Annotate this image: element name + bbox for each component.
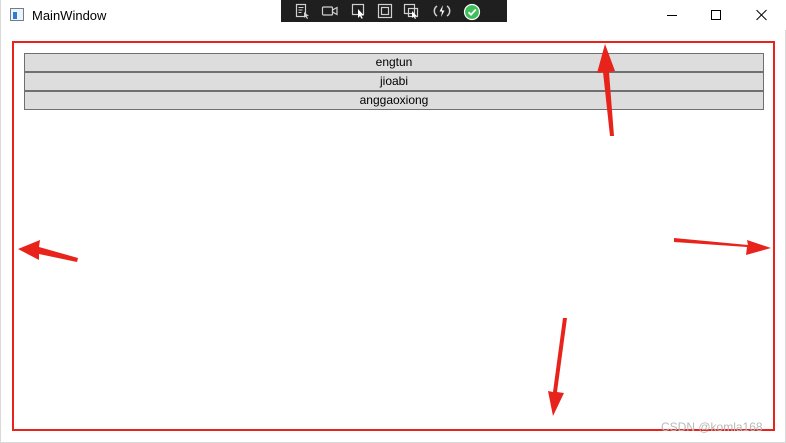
- list-item[interactable]: anggaoxiong: [24, 91, 764, 110]
- live-visual-tree-icon[interactable]: [295, 3, 311, 19]
- maximize-icon: [711, 10, 721, 20]
- select-element-camera-icon[interactable]: [321, 3, 338, 19]
- track-focused-element-icon[interactable]: [403, 3, 419, 19]
- maximize-button[interactable]: [693, 0, 739, 30]
- display-layout-adorners-icon[interactable]: [377, 3, 393, 19]
- main-window: MainWindow engtun jioabi anggaoxiong CSD…: [0, 0, 786, 443]
- binding-failures-ok-icon[interactable]: [463, 3, 481, 21]
- xaml-debug-toolbar: [281, 0, 507, 22]
- list-item[interactable]: engtun: [24, 53, 764, 72]
- window-title: MainWindow: [32, 8, 107, 23]
- hot-reload-icon[interactable]: [433, 3, 451, 19]
- minimize-icon: [667, 15, 677, 16]
- watermark: CSDN @komla168: [661, 420, 763, 434]
- minimize-button[interactable]: [649, 0, 695, 30]
- select-element-pointer-icon[interactable]: [351, 3, 367, 19]
- list-item[interactable]: jioabi: [24, 72, 764, 91]
- app-window-icon: [10, 8, 24, 21]
- item-list: engtun jioabi anggaoxiong: [24, 53, 764, 110]
- close-button[interactable]: [739, 0, 785, 30]
- close-icon: [756, 9, 768, 21]
